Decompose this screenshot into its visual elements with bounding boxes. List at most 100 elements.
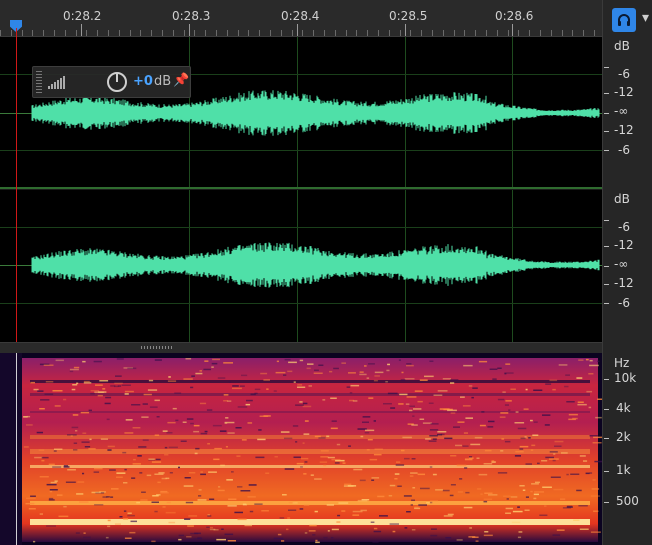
ruler-minor-tick (22, 30, 23, 36)
time-tick-label: 0:28.4 (281, 9, 320, 23)
ruler-minor-tick (281, 30, 282, 36)
ruler-minor-tick (486, 30, 487, 36)
ruler-minor-tick (162, 30, 163, 36)
ruler-major-tick (405, 24, 406, 36)
ruler-minor-tick (205, 30, 206, 36)
ruler-minor-tick (410, 30, 411, 36)
ruler-minor-tick (583, 30, 584, 36)
ruler-minor-tick (130, 30, 131, 36)
time-tick-label: 0:28.6 (495, 9, 534, 23)
db-scale-left: dB -6 -12 -∞ -12 -6 (604, 37, 652, 188)
ruler-major-tick (189, 24, 190, 36)
pin-icon[interactable]: 📌 (173, 73, 189, 88)
ruler-minor-tick (324, 30, 325, 36)
ruler-minor-tick (184, 30, 185, 36)
ruler-minor-tick (594, 30, 595, 36)
ruler-minor-tick (292, 30, 293, 36)
ruler-minor-tick (356, 30, 357, 36)
ruler-minor-tick (108, 30, 109, 36)
db-label: -6 (618, 220, 630, 234)
db-label: -12 (614, 276, 634, 290)
ruler-minor-tick (529, 30, 530, 36)
ruler-minor-tick (367, 30, 368, 36)
frequency-scale: Hz 10k 4k 2k 1k 500 (604, 353, 652, 545)
ruler-minor-tick (216, 30, 217, 36)
ruler-minor-tick (86, 30, 87, 36)
gain-value[interactable]: +0 (133, 74, 153, 89)
ruler-minor-tick (11, 30, 12, 36)
gain-unit: dB (154, 74, 172, 89)
channel-divider (0, 187, 602, 189)
ruler-major-tick (297, 24, 298, 36)
ruler-major-tick (81, 24, 82, 36)
ruler-minor-tick (518, 30, 519, 36)
playhead-line-spectrogram (16, 353, 17, 545)
ruler-minor-tick (151, 30, 152, 36)
time-ruler[interactable]: 0:28.2 0:28.3 0:28.4 0:28.5 0:28.6 (0, 0, 602, 37)
ruler-minor-tick (313, 30, 314, 36)
db-label: -12 (614, 123, 634, 137)
hz-label: 500 (616, 494, 639, 508)
time-tick-label: 0:28.3 (172, 9, 211, 23)
ruler-minor-tick (335, 30, 336, 36)
ruler-minor-tick (432, 30, 433, 36)
ruler-minor-tick (140, 30, 141, 36)
db-label: -6 (618, 67, 630, 81)
ruler-minor-tick (497, 30, 498, 36)
ruler-minor-tick (259, 30, 260, 36)
gain-knob-icon[interactable] (106, 71, 128, 93)
headphones-icon (618, 14, 630, 26)
ruler-minor-tick (346, 30, 347, 36)
hz-label: 2k (616, 430, 631, 444)
hz-label: 1k (616, 463, 631, 477)
waveform-right (31, 242, 600, 288)
ruler-minor-tick (0, 30, 1, 36)
level-meter-icon (48, 76, 65, 89)
waveform-channel-left[interactable] (0, 37, 602, 188)
db-unit-label: dB (614, 39, 630, 53)
db-label: -12 (614, 85, 634, 99)
db-label: -12 (614, 238, 634, 252)
ruler-minor-tick (302, 30, 303, 36)
ruler-minor-tick (562, 30, 563, 36)
ruler-minor-tick (475, 30, 476, 36)
ruler-minor-tick (227, 30, 228, 36)
time-tick-label: 0:28.5 (389, 9, 428, 23)
splitter-grip[interactable] (141, 346, 173, 349)
hz-unit-label: Hz (614, 356, 630, 370)
hz-label: 4k (616, 401, 631, 415)
waveform-channel-right[interactable] (0, 190, 602, 342)
time-tick-label: 0:28.2 (63, 9, 102, 23)
ruler-minor-tick (454, 30, 455, 36)
ruler-minor-tick (54, 30, 55, 36)
gain-hud[interactable]: +0 dB 📌 (32, 66, 191, 98)
db-label: -6 (618, 296, 630, 310)
ruler-minor-tick (194, 30, 195, 36)
ruler-minor-tick (540, 30, 541, 36)
db-label: -6 (618, 143, 630, 157)
hud-drag-handle[interactable] (36, 71, 42, 93)
headphones-button[interactable] (612, 8, 636, 32)
more-options-icon[interactable]: ▾ (642, 10, 652, 30)
ruler-minor-tick (551, 30, 552, 36)
ruler-minor-tick (76, 30, 77, 36)
ruler-minor-tick (43, 30, 44, 36)
db-label: -∞ (614, 257, 629, 271)
ruler-minor-tick (443, 30, 444, 36)
playhead-line[interactable] (16, 28, 17, 342)
db-scale-right: dB -6 -12 -∞ -12 -6 (604, 190, 652, 342)
ruler-minor-tick (421, 30, 422, 36)
ruler-minor-tick (173, 30, 174, 36)
spectrogram-image (0, 353, 602, 545)
ruler-minor-tick (97, 30, 98, 36)
ruler-minor-tick (508, 30, 509, 36)
ruler-minor-tick (238, 30, 239, 36)
ruler-minor-tick (32, 30, 33, 36)
spectrogram[interactable] (0, 353, 602, 545)
ruler-minor-tick (389, 30, 390, 36)
ruler-major-tick (512, 24, 513, 36)
ruler-minor-tick (400, 30, 401, 36)
db-label: -∞ (614, 104, 629, 118)
waveform-left (31, 90, 600, 136)
ruler-minor-tick (65, 30, 66, 36)
